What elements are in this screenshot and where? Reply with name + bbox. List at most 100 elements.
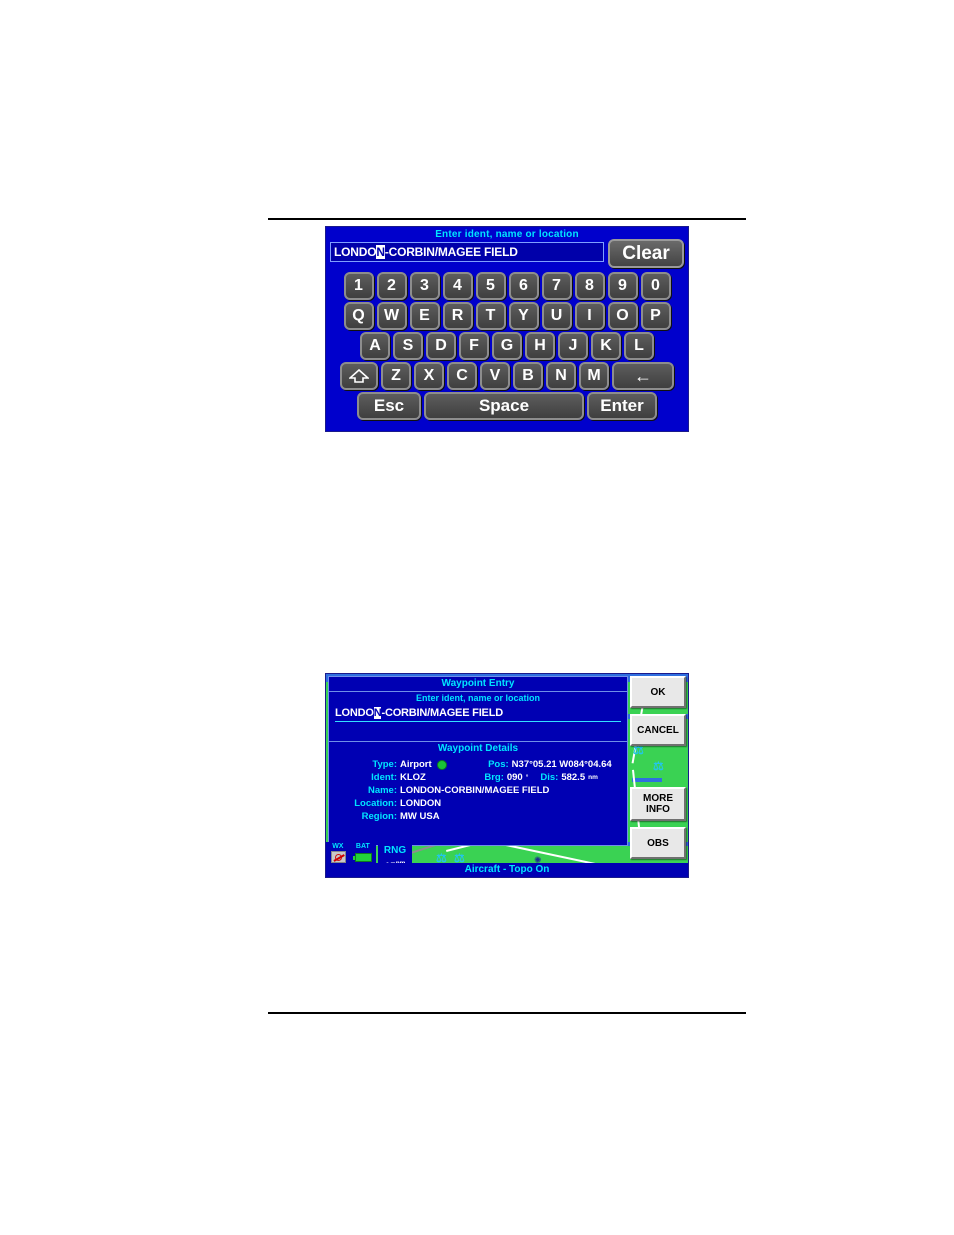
range-label: RNG [383, 845, 407, 856]
page-rule-top [268, 218, 746, 220]
key-n[interactable]: N [546, 362, 576, 390]
waypoint-entry-screen: ⚖ ⚖ ⚖ ⚖ ✺ Waypoint Entry Enter ident, na… [325, 673, 689, 878]
shift-key[interactable] [340, 362, 378, 390]
key-h[interactable]: H [525, 332, 555, 360]
backspace-arrow-icon: ← [634, 365, 652, 386]
map-water-band [632, 778, 662, 782]
ident-input-text-before: LONDO [334, 245, 377, 259]
key-s[interactable]: S [393, 332, 423, 360]
detail-row-type-pos: Type: Airport Pos: N37°05.21 W084°04.64 [329, 758, 627, 771]
key-w[interactable]: W [376, 302, 407, 330]
entry-prompt: Enter ident, name or location [415, 693, 541, 703]
key-f[interactable]: F [459, 332, 489, 360]
key-6[interactable]: 6 [508, 272, 539, 300]
detail-value-region: MW USA [400, 811, 440, 822]
keypad-row-bottom: Esc Space Enter [326, 392, 688, 420]
space-key[interactable]: Space [424, 392, 584, 420]
detail-unit-dis: nm [588, 774, 598, 781]
weather-off-icon [330, 851, 346, 863]
key-c[interactable]: C [447, 362, 477, 390]
detail-row-region: Region: MW USA [329, 810, 627, 823]
more-info-line2: INFO [646, 804, 670, 815]
ident-input[interactable]: LONDON-CORBIN/MAGEE FIELD [330, 242, 604, 262]
detail-value-dis: 582.5 [561, 772, 586, 783]
backspace-key[interactable]: ← [612, 362, 674, 390]
detail-row-location: Location: LONDON [329, 797, 627, 810]
page-rule-bottom [268, 1012, 746, 1014]
detail-row-ident-brg-dis: Ident: KLOZ Brg: 090 ° Dis: 582.5 nm [329, 771, 627, 784]
ident-input-cursor: N [376, 245, 385, 259]
clear-button[interactable]: Clear [608, 239, 684, 268]
key-9[interactable]: 9 [607, 272, 638, 300]
detail-label-name: Name: [367, 785, 397, 796]
key-x[interactable]: X [414, 362, 444, 390]
bat-label: BAT [355, 843, 370, 850]
key-m[interactable]: M [579, 362, 609, 390]
key-p[interactable]: P [640, 302, 671, 330]
wx-label: WX [332, 843, 344, 850]
tower-symbol-icon: ⚖ [653, 759, 664, 773]
waypoint-entry-panel: Waypoint Entry Enter ident, name or loca… [328, 676, 628, 846]
key-v[interactable]: V [480, 362, 510, 390]
detail-row-name: Name: LONDON-CORBIN/MAGEE FIELD [329, 784, 627, 797]
shift-up-arrow-icon [349, 369, 369, 383]
detail-value-pos: N37°05.21 W084°04.64 [511, 759, 612, 770]
key-t[interactable]: T [475, 302, 506, 330]
key-o[interactable]: O [607, 302, 638, 330]
detail-label-ident: Ident: [371, 772, 397, 783]
keypad-entry-row: LONDON-CORBIN/MAGEE FIELD Clear [330, 239, 684, 270]
key-8[interactable]: 8 [574, 272, 605, 300]
key-k[interactable]: K [591, 332, 621, 360]
detail-value-location: LONDON [400, 798, 442, 809]
key-i[interactable]: I [574, 302, 605, 330]
battery-icon [352, 852, 372, 862]
ok-button[interactable]: OK [630, 676, 686, 708]
key-4[interactable]: 4 [442, 272, 473, 300]
waypoint-ident-input[interactable]: LONDO N -CORBIN/MAGEE FIELD [335, 705, 621, 722]
keypad-row-zxcv: Z X C V B N M ← [326, 362, 688, 390]
cancel-button[interactable]: CANCEL [630, 714, 686, 746]
ident-input-text-after: -CORBIN/MAGEE FIELD [384, 245, 518, 259]
key-a[interactable]: A [360, 332, 390, 360]
key-r[interactable]: R [442, 302, 473, 330]
key-b[interactable]: B [513, 362, 543, 390]
keypad-row-asdf: A S D F G H J K L [326, 332, 688, 360]
status-bar: WX BAT RNG 15nm Aircraft - Topo On [326, 842, 688, 877]
waypoint-details-list: Type: Airport Pos: N37°05.21 W084°04.64 … [329, 757, 627, 823]
more-info-button[interactable]: MORE INFO [630, 787, 686, 821]
key-3[interactable]: 3 [409, 272, 440, 300]
key-e[interactable]: E [409, 302, 440, 330]
key-j[interactable]: J [558, 332, 588, 360]
detail-label-dis: Dis: [540, 772, 559, 783]
waypoint-input-text-after: -CORBIN/MAGEE FIELD [381, 707, 503, 719]
details-title: Waypoint Details [329, 741, 627, 757]
panel-title: Waypoint Entry [329, 677, 627, 692]
key-u[interactable]: U [541, 302, 572, 330]
keypad-screen: Enter ident, name or location LONDON-COR… [325, 226, 689, 432]
detail-value-ident: KLOZ [400, 772, 426, 783]
detail-label-brg: Brg: [484, 772, 504, 783]
key-q[interactable]: Q [343, 302, 374, 330]
keypad-row-numbers: 1 2 3 4 5 6 7 8 9 0 [326, 272, 688, 300]
key-0[interactable]: 0 [640, 272, 671, 300]
key-z[interactable]: Z [381, 362, 411, 390]
key-y[interactable]: Y [508, 302, 539, 330]
waypoint-input-cursor: N [373, 707, 382, 719]
key-1[interactable]: 1 [343, 272, 374, 300]
key-g[interactable]: G [492, 332, 522, 360]
more-info-line1: MORE [643, 793, 673, 804]
detail-label-location: Location: [354, 798, 397, 809]
key-l[interactable]: L [624, 332, 654, 360]
key-d[interactable]: D [426, 332, 456, 360]
key-5[interactable]: 5 [475, 272, 506, 300]
detail-value-brg: 090 [506, 772, 523, 783]
airport-symbol-icon [436, 759, 447, 770]
waypoint-input-text-before: LONDO [335, 707, 374, 719]
keypad-row-qwerty: Q W E R T Y U I O P [326, 302, 688, 330]
key-7[interactable]: 7 [541, 272, 572, 300]
enter-key[interactable]: Enter [587, 392, 657, 420]
esc-key[interactable]: Esc [357, 392, 421, 420]
detail-label-region: Region: [361, 811, 397, 822]
panel-spacer [329, 722, 627, 741]
key-2[interactable]: 2 [376, 272, 407, 300]
